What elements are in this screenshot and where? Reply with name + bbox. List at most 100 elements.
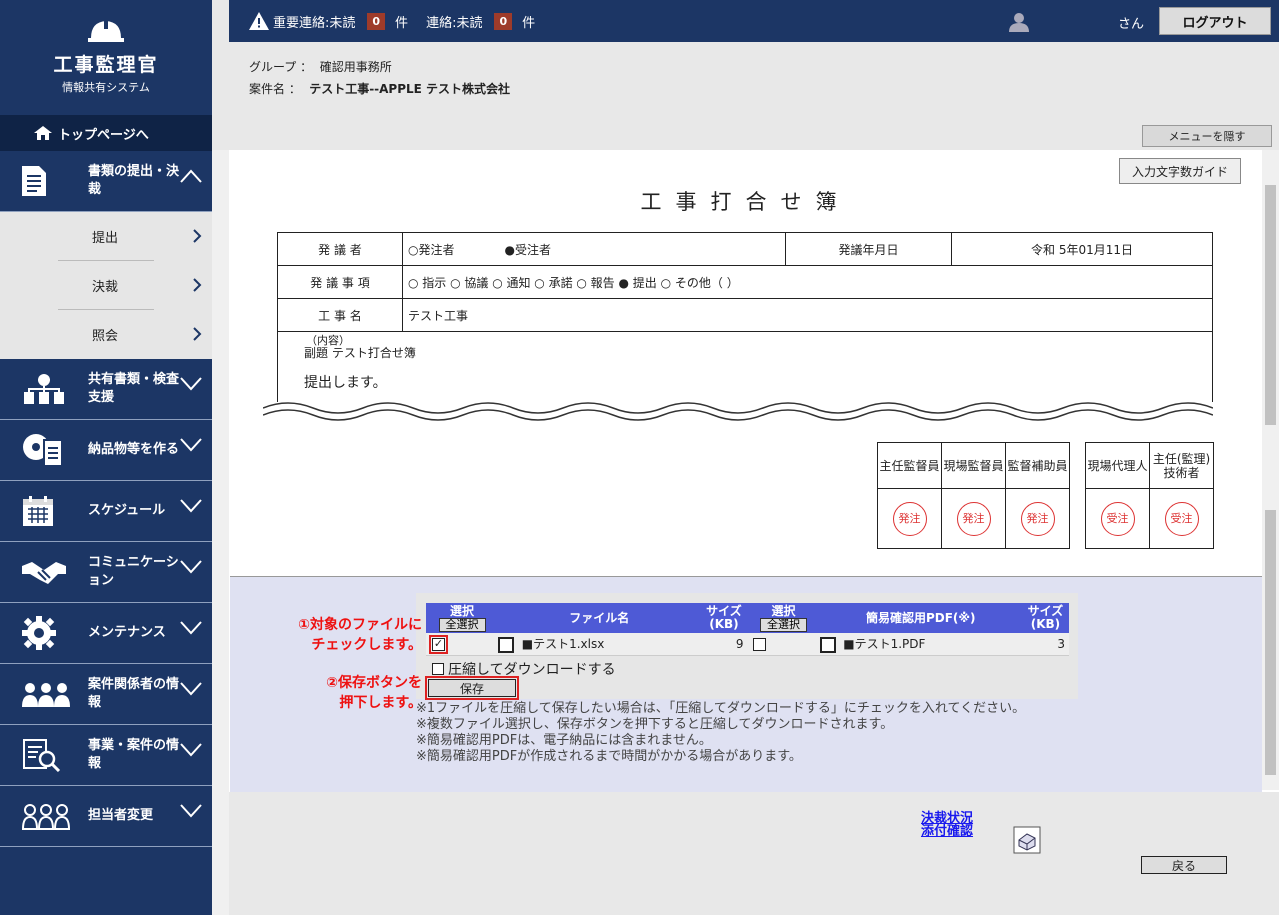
pdf-item-checkbox[interactable] <box>819 636 836 653</box>
chevron-down-icon <box>180 621 202 635</box>
nav-section-label: 担当者変更 <box>88 808 154 823</box>
compress-label: 圧縮してダウンロードする <box>448 662 616 678</box>
sidebar-scrollbar[interactable] <box>212 150 229 915</box>
option-contractor: ●受注者 <box>504 242 551 257</box>
select-all-button[interactable]: 全選択 <box>438 617 486 632</box>
app-logo: 工事監理官 情報共有システム <box>0 0 212 115</box>
stamp-title: 監督補助員 <box>1005 442 1070 489</box>
compress-checkbox[interactable] <box>432 663 444 675</box>
seal-stamp: 受注 <box>1100 501 1135 536</box>
compress-option[interactable]: 圧縮してダウンロードする <box>432 659 616 679</box>
nav-section-maintenance[interactable]: メンテナンス <box>0 603 212 664</box>
chevron-right-icon <box>193 327 202 341</box>
nav-section-person-change[interactable]: 担当者変更 <box>0 786 212 847</box>
chevron-down-icon <box>180 743 202 757</box>
content-area: （内容） 副題 テスト打合せ簿 提出します。 <box>277 330 1213 402</box>
callout-line: チェックします。 <box>311 637 422 653</box>
pdf-size: 3 <box>1021 633 1069 656</box>
pdf-size-header: サイズ(KB) <box>1021 603 1069 633</box>
nav-section-deliverables[interactable]: 納品物等を作る <box>0 420 212 481</box>
link-line: 添付確認 <box>921 824 974 839</box>
logout-button[interactable]: ログアウト <box>1159 7 1271 35</box>
nav-section-stakeholders[interactable]: 案件関係者の情報 <box>0 664 212 725</box>
contractor-stamp-table: 現場代理人 主任(監理)技術者 受注 受注 <box>1085 442 1214 549</box>
save-button[interactable]: 保存 <box>425 676 519 700</box>
pdf-name[interactable]: ■テスト1.PDF <box>843 637 925 651</box>
chevron-down-icon <box>180 560 202 574</box>
construction-name-value: テスト工事 <box>402 298 1213 332</box>
subject-text: 副題 テスト打合せ簿 <box>304 346 416 360</box>
nav-section-documents[interactable]: 書類の提出・決裁 <box>0 151 212 212</box>
submenu-item-approve[interactable]: 決裁 <box>0 261 212 310</box>
case-row: 案件名 ： テスト工事--APPLE テスト株式会社 <box>249 80 510 97</box>
scroll-thumb[interactable] <box>1265 510 1276 775</box>
date-value: 令和 5年01月11日 <box>951 232 1213 266</box>
nav-section-communication[interactable]: コミュニケーション <box>0 542 212 603</box>
pdf-select-all-button[interactable]: 全選択 <box>760 617 808 632</box>
date-label: 発議年月日 <box>785 232 952 266</box>
chevron-down-icon <box>180 804 202 818</box>
construction-name-label: 工 事 名 <box>277 298 403 332</box>
attachment-box-icon[interactable] <box>1013 826 1041 854</box>
documents-submenu: 提出 決裁 照会 <box>0 212 212 359</box>
app-name: 工事監理官 <box>53 54 159 76</box>
unit-label: 件 <box>395 15 409 31</box>
pdf-name-header: 簡易確認用PDF(※) <box>819 603 1022 633</box>
seal-stamp: 発注 <box>956 501 991 536</box>
seal-stamp: 発注 <box>892 501 927 536</box>
file-table: 選択 全選択 ファイル名 サイズ(KB) 選択 全選択 簡易確認用PDF(※) サイ… <box>426 603 1069 656</box>
nav-section-label: 納品物等を作る <box>88 442 180 457</box>
file-item-checkbox[interactable] <box>498 636 515 653</box>
user-avatar-icon <box>1009 13 1029 32</box>
nav-section-shared[interactable]: 共有書類・検査支援 <box>0 359 212 420</box>
file-size: 9 <box>700 633 748 656</box>
back-button[interactable]: 戻る <box>1141 856 1227 874</box>
file-name[interactable]: ■テスト1.xlsx <box>522 637 605 651</box>
case-info-bar: グループ ： 確認用事務所 案件名 ： テスト工事--APPLE テスト株式会社… <box>229 42 1279 150</box>
note-item: ※複数ファイル選択し、保存ボタンを押下すると圧縮してダウンロードされます。 <box>416 717 894 732</box>
size-header: サイズ(KB) <box>700 603 748 633</box>
nav-section-schedule[interactable]: スケジュール <box>0 481 212 542</box>
top-page-link[interactable]: トップページへ <box>0 115 212 151</box>
top-page-label: トップページへ <box>58 127 149 143</box>
seal-stamp: 受注 <box>1164 501 1199 536</box>
select-header-label: 選択 <box>771 603 796 618</box>
document-title: 工事打合せ簿 <box>640 190 851 214</box>
hide-menu-button[interactable]: メニューを隠す <box>1142 125 1272 147</box>
nav-section-label: 共有書類・検査支援 <box>88 372 180 405</box>
callout-line: ①対象のファイルに <box>298 617 422 633</box>
chevron-down-icon <box>180 377 202 391</box>
stamp-title: 現場監督員 <box>941 442 1006 489</box>
handshake-icon <box>22 562 66 584</box>
home-icon <box>34 126 52 140</box>
notifications[interactable]: 重要連絡:未読 0 件 連絡:未読 0 件 <box>249 12 535 31</box>
nav-section-label: 事業・案件の情報 <box>88 738 180 771</box>
search-document-icon <box>23 739 61 772</box>
callout-check-file: ①対象のファイルにチェックします。 <box>250 615 422 655</box>
file-name-header: ファイル名 <box>498 603 701 633</box>
option-orderer: ○発注者 <box>408 242 455 257</box>
chevron-right-icon <box>193 278 202 292</box>
char-count-guide-button[interactable]: 入力文字数ガイド <box>1119 158 1241 184</box>
pdf-select-checkbox[interactable] <box>753 637 767 651</box>
matter-label: 発 議 事 項 <box>277 265 403 299</box>
submenu-item-inquiry[interactable]: 照会 <box>0 310 212 359</box>
scroll-thumb[interactable] <box>1265 185 1276 425</box>
shared-docs-icon <box>24 374 64 404</box>
top-header: 重要連絡:未読 0 件 連絡:未読 0 件 さん ログアウト <box>229 0 1279 42</box>
calendar-icon <box>23 496 53 526</box>
disc-document-icon <box>23 434 63 467</box>
nav-section-label: 書類の提出・決裁 <box>88 164 180 197</box>
nav-section-label: スケジュール <box>88 503 166 518</box>
document-scrollbar[interactable] <box>1262 150 1279 790</box>
file-download-panel: 選択 全選択 ファイル名 サイズ(KB) 選択 全選択 簡易確認用PDF(※) サイ… <box>230 576 1262 792</box>
callout-line: ②保存ボタンを <box>326 675 422 691</box>
chevron-down-icon <box>180 682 202 696</box>
file-select-checkbox[interactable]: ✓ <box>429 634 448 654</box>
contact-count-badge: 0 <box>494 12 513 30</box>
chevron-down-icon <box>180 499 202 513</box>
note-item: ※1ファイルを圧縮して保存したい場合は、「圧縮してダウンロードする」にチェックを… <box>416 701 1026 716</box>
nav-section-projects[interactable]: 事業・案件の情報 <box>0 725 212 786</box>
submenu-item-submit[interactable]: 提出 <box>0 212 212 261</box>
approval-status-link[interactable]: 決裁状況 添付確認 <box>921 812 973 838</box>
